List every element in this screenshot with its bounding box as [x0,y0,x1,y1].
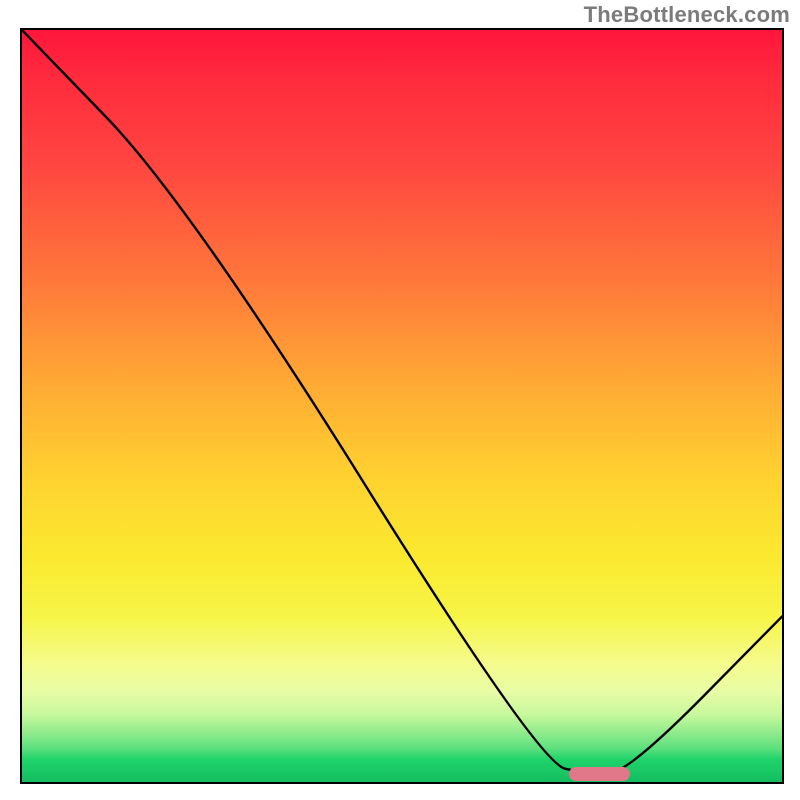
plot-area [20,28,784,784]
watermark-text: TheBottleneck.com [584,2,790,28]
optimal-range-marker [569,767,630,781]
bottleneck-curve [22,30,782,782]
bottleneck-curve-path [22,30,782,773]
chart-container: TheBottleneck.com [0,0,800,800]
